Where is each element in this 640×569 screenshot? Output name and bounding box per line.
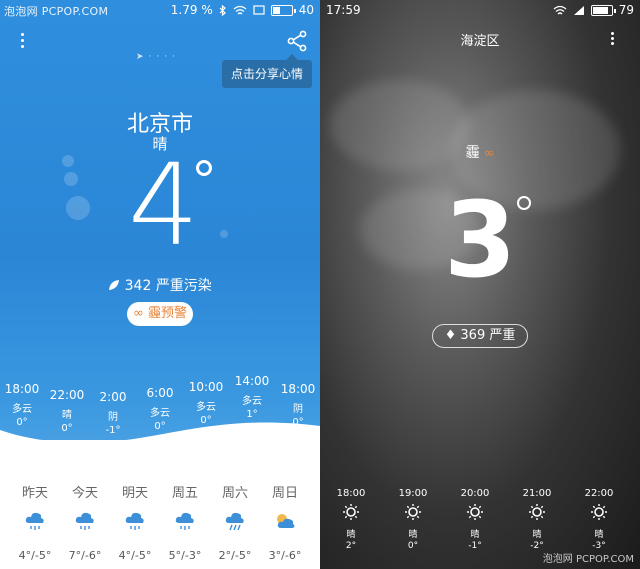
weather-condition: 霾 ∞ — [320, 142, 640, 162]
more-options-button[interactable] — [608, 30, 616, 50]
snow-cloud-icon — [25, 512, 44, 530]
leaf-icon — [109, 280, 120, 290]
current-temperature: 3 — [444, 179, 517, 301]
aqi-text: 342 严重污染 — [124, 278, 212, 294]
sun-icon — [467, 504, 483, 520]
battery-percent-text: 1.79 % — [170, 3, 213, 17]
hourly-item: 22:00 晴 -3° — [584, 488, 614, 551]
decor-bubble — [62, 155, 74, 167]
hourly-item: 18:00 晴 2° — [336, 488, 366, 551]
degree-symbol — [196, 160, 212, 176]
daily-item[interactable]: 今天 7°/-6° — [62, 482, 108, 562]
page-indicator: ➤···· — [136, 52, 180, 62]
sun-icon — [591, 504, 607, 520]
decor-bubble — [64, 172, 78, 186]
right-phone-screen: 17:59 79 海淀区 霾 ∞ 3 ♦ 369 严重 18:00 晴 2° 19:… — [320, 0, 640, 569]
current-temperature: 4 — [128, 141, 200, 271]
wifi-icon — [233, 5, 247, 14]
haze-label: 霾 — [465, 145, 480, 161]
aqi-indicator[interactable]: 342 严重污染 — [0, 275, 320, 295]
hourly-item: 20:00 晴 -1° — [460, 488, 490, 551]
degree-symbol — [517, 196, 531, 210]
screen-icon — [253, 5, 265, 15]
clock: 17:59 — [326, 3, 361, 17]
status-bar: 泡泡网 PCPOP.COM 1.79 % 40 — [0, 0, 320, 22]
menu-button[interactable] — [18, 30, 26, 52]
decor-bubble — [66, 196, 90, 220]
daily-forecast[interactable]: 昨天 4°/-5° 今天 7°/-6° 明天 4°/-5° 周五 5°/-3° … — [0, 440, 320, 569]
daily-item[interactable]: 明天 4°/-5° — [112, 482, 158, 562]
wifi-icon — [553, 5, 567, 14]
status-bar: 17:59 79 — [320, 0, 640, 22]
bluetooth-icon — [219, 4, 226, 16]
district-name: 海淀区 — [460, 34, 500, 49]
battery-level: 40 — [298, 3, 314, 17]
watermark: 泡泡网 PCPOP.COM — [542, 554, 634, 565]
hourly-item: 19:00 晴 0° — [398, 488, 428, 551]
daily-item[interactable]: 昨天 4°/-5° — [12, 482, 58, 562]
signal-icon — [573, 5, 584, 15]
haze-badge[interactable]: ∞ — [484, 146, 495, 161]
share-icon[interactable] — [286, 30, 308, 52]
daily-item[interactable]: 周六 2°/-5° — [212, 482, 258, 562]
battery-icon — [270, 4, 296, 16]
decor-bubble — [220, 230, 228, 238]
daily-item[interactable]: 周日 3°/-6° — [262, 482, 308, 562]
aqi-pill[interactable]: ♦ 369 严重 — [432, 324, 528, 348]
hourly-item: 21:00 晴 -2° — [522, 488, 552, 551]
daily-item[interactable]: 周五 5°/-3° — [162, 482, 208, 562]
rain-cloud-icon — [225, 512, 244, 531]
sun-icon — [529, 504, 545, 520]
snow-cloud-icon — [75, 512, 94, 530]
snow-cloud-icon — [125, 512, 144, 530]
sun-icon — [405, 504, 421, 520]
battery-icon — [590, 4, 616, 16]
sun-icon — [343, 504, 359, 520]
partly-cloudy-icon — [277, 514, 295, 528]
haze-warning-badge[interactable]: ∞ 霾预警 — [127, 302, 193, 326]
watermark: 泡泡网 PCPOP.COM — [4, 5, 109, 18]
snow-cloud-icon — [175, 512, 194, 530]
left-phone-screen: 泡泡网 PCPOP.COM 1.79 % 40 ➤···· 点击分享心情 北京市… — [0, 0, 320, 569]
battery-level: 79 — [618, 3, 634, 17]
share-tooltip[interactable]: 点击分享心情 — [222, 54, 312, 88]
